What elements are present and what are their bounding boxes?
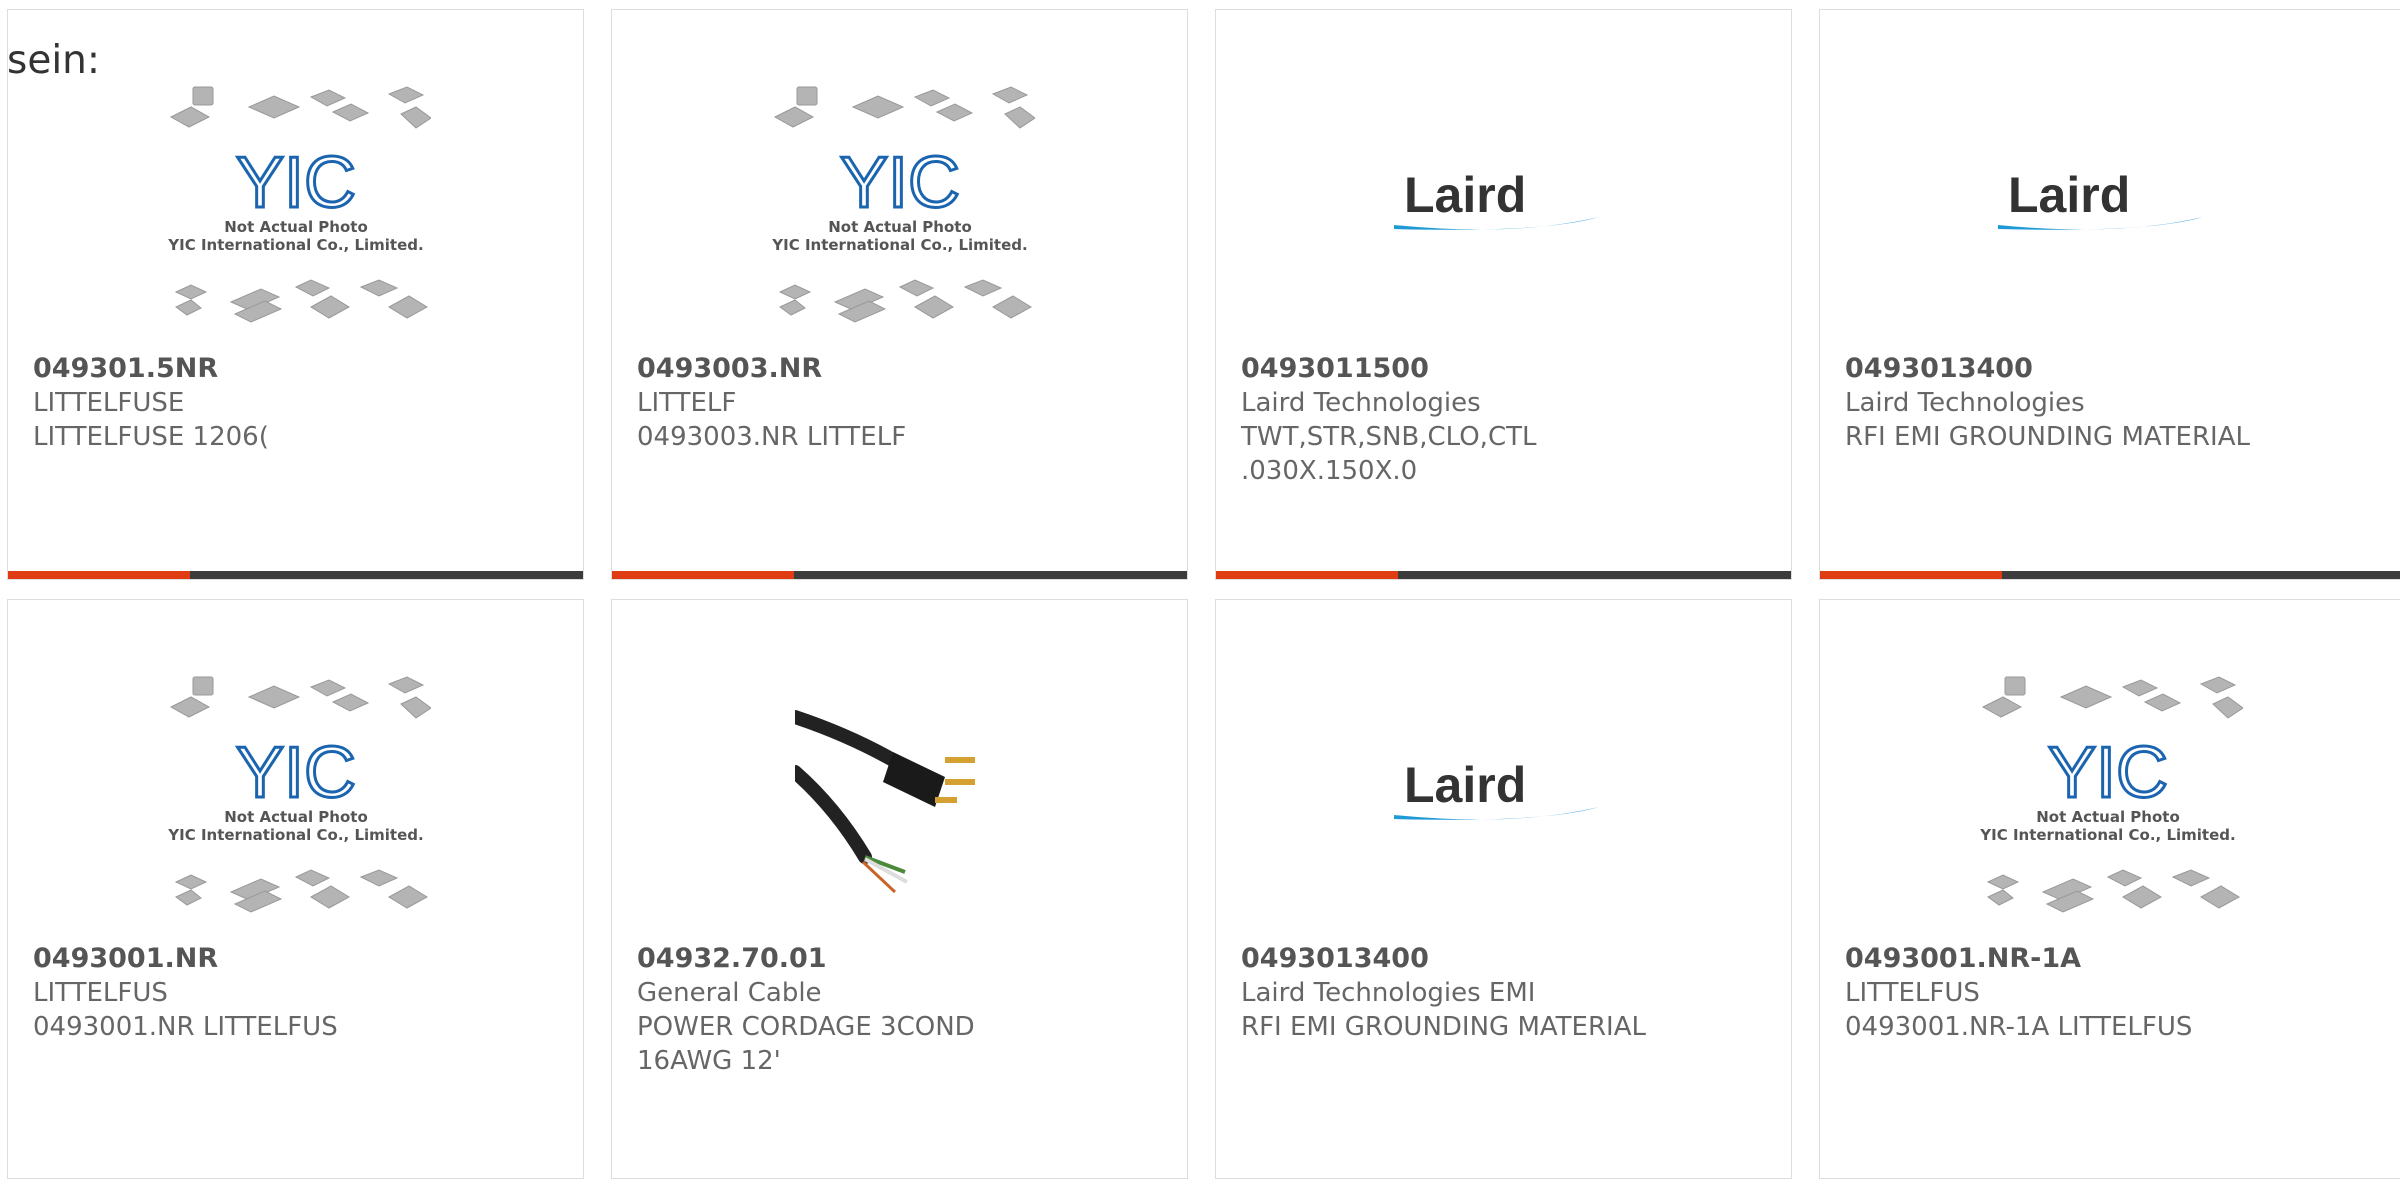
yic-logo: YIC xyxy=(235,733,355,813)
laird-logo-image: Laird xyxy=(1393,757,1599,820)
description: 0493001.NR-1A LITTELFUS xyxy=(1845,1012,2193,1042)
laird-logo-image: Laird xyxy=(1997,167,2203,230)
description: TWT,STR,SNB,CLO,CTL xyxy=(1241,422,1537,452)
part-number[interactable]: 0493011500 xyxy=(1241,352,1781,386)
svg-text:YIC International Co., Limited: YIC International Co., Limited. xyxy=(167,236,423,254)
yic-placeholder-image: YIC Not Actual Photo YIC International C… xyxy=(167,86,431,323)
description: RFI EMI GROUNDING MATERIAL xyxy=(1241,1012,1646,1042)
product-image[interactable]: Laird xyxy=(1216,652,1791,942)
part-number[interactable]: 0493003.NR xyxy=(637,352,1177,386)
yic-placeholder-image: YIC Not Actual Photo YIC International C… xyxy=(771,86,1035,323)
product-image[interactable]: Laird xyxy=(1216,62,1791,352)
description-cont: .030X.150X.0 xyxy=(1241,456,1418,486)
yic-placeholder-image: YIC Not Actual Photo YIC International C… xyxy=(167,676,431,913)
manufacturer: LITTELF xyxy=(637,388,737,418)
svg-text:Not Actual Photo: Not Actual Photo xyxy=(2036,808,2180,826)
intro-text: sein: xyxy=(7,38,101,83)
description: RFI EMI GROUNDING MATERIAL xyxy=(1845,422,2250,452)
manufacturer: LITTELFUS xyxy=(33,978,168,1008)
description-cont: 16AWG 12' xyxy=(637,1046,781,1076)
product-card[interactable]: 04932.70.01 General Cable POWER CORDAGE … xyxy=(611,599,1188,1179)
product-card[interactable]: Laird 0493013400 Laird Technologies RFI … xyxy=(1819,9,2400,580)
svg-text:YIC International Co., Limited: YIC International Co., Limited. xyxy=(1979,826,2235,844)
card-accent-bar xyxy=(1820,571,2400,579)
part-number[interactable]: 0493001.NR xyxy=(33,942,573,976)
part-number[interactable]: 049301.5NR xyxy=(33,352,573,386)
part-number[interactable]: 04932.70.01 xyxy=(637,942,1177,976)
manufacturer: LITTELFUS xyxy=(1845,978,1980,1008)
card-accent-bar xyxy=(1216,571,1791,579)
product-image[interactable]: YIC Not Actual Photo YIC International C… xyxy=(8,62,583,352)
manufacturer: General Cable xyxy=(637,978,822,1008)
product-image[interactable]: YIC Not Actual Photo YIC International C… xyxy=(612,62,1187,352)
product-card[interactable]: YIC Not Actual Photo YIC International C… xyxy=(611,9,1188,580)
svg-text:Laird: Laird xyxy=(2008,167,2130,223)
yic-logo: YIC xyxy=(235,143,355,223)
laird-logo-image: Laird xyxy=(1393,167,1599,230)
manufacturer: Laird Technologies xyxy=(1241,388,1481,418)
svg-text:Not Actual Photo: Not Actual Photo xyxy=(224,218,368,236)
manufacturer: Laird Technologies EMI xyxy=(1241,978,1536,1008)
yic-logo: YIC xyxy=(2047,733,2167,813)
product-card[interactable]: Laird 0493011500 Laird Technologies TWT,… xyxy=(1215,9,1792,580)
part-number[interactable]: 0493001.NR-1A xyxy=(1845,942,2400,976)
svg-text:Not Actual Photo: Not Actual Photo xyxy=(828,218,972,236)
yic-placeholder-image: YIC Not Actual Photo YIC International C… xyxy=(1979,676,2243,913)
description: 0493001.NR LITTELFUS xyxy=(33,1012,338,1042)
yic-logo: YIC xyxy=(839,143,959,223)
product-image[interactable] xyxy=(612,652,1187,942)
part-number[interactable]: 0493013400 xyxy=(1241,942,1781,976)
product-card[interactable]: Laird 0493013400 Laird Technologies EMI … xyxy=(1215,599,1792,1179)
manufacturer: LITTELFUSE xyxy=(33,388,185,418)
svg-text:Not Actual Photo: Not Actual Photo xyxy=(224,808,368,826)
description: POWER CORDAGE 3COND xyxy=(637,1012,975,1042)
manufacturer: Laird Technologies xyxy=(1845,388,2085,418)
part-number[interactable]: 0493013400 xyxy=(1845,352,2400,386)
svg-text:Laird: Laird xyxy=(1404,757,1526,813)
description: 0493003.NR LITTELF xyxy=(637,422,907,452)
svg-text:YIC International Co., Limited: YIC International Co., Limited. xyxy=(771,236,1027,254)
card-accent-bar xyxy=(8,571,583,579)
product-card[interactable]: YIC Not Actual Photo YIC International C… xyxy=(7,599,584,1179)
description: LITTELFUSE 1206( xyxy=(33,422,269,452)
product-image[interactable]: YIC Not Actual Photo YIC International C… xyxy=(1820,652,2395,942)
product-card[interactable]: YIC Not Actual Photo YIC International C… xyxy=(1819,599,2400,1179)
product-image[interactable]: Laird xyxy=(1820,62,2395,352)
svg-text:YIC International Co., Limited: YIC International Co., Limited. xyxy=(167,826,423,844)
product-card[interactable]: YIC Not Actual Photo YIC International C… xyxy=(7,9,584,580)
svg-text:Laird: Laird xyxy=(1404,167,1526,223)
product-image[interactable]: YIC Not Actual Photo YIC International C… xyxy=(8,652,583,942)
card-accent-bar xyxy=(612,571,1187,579)
power-cord-photo xyxy=(794,697,1005,897)
